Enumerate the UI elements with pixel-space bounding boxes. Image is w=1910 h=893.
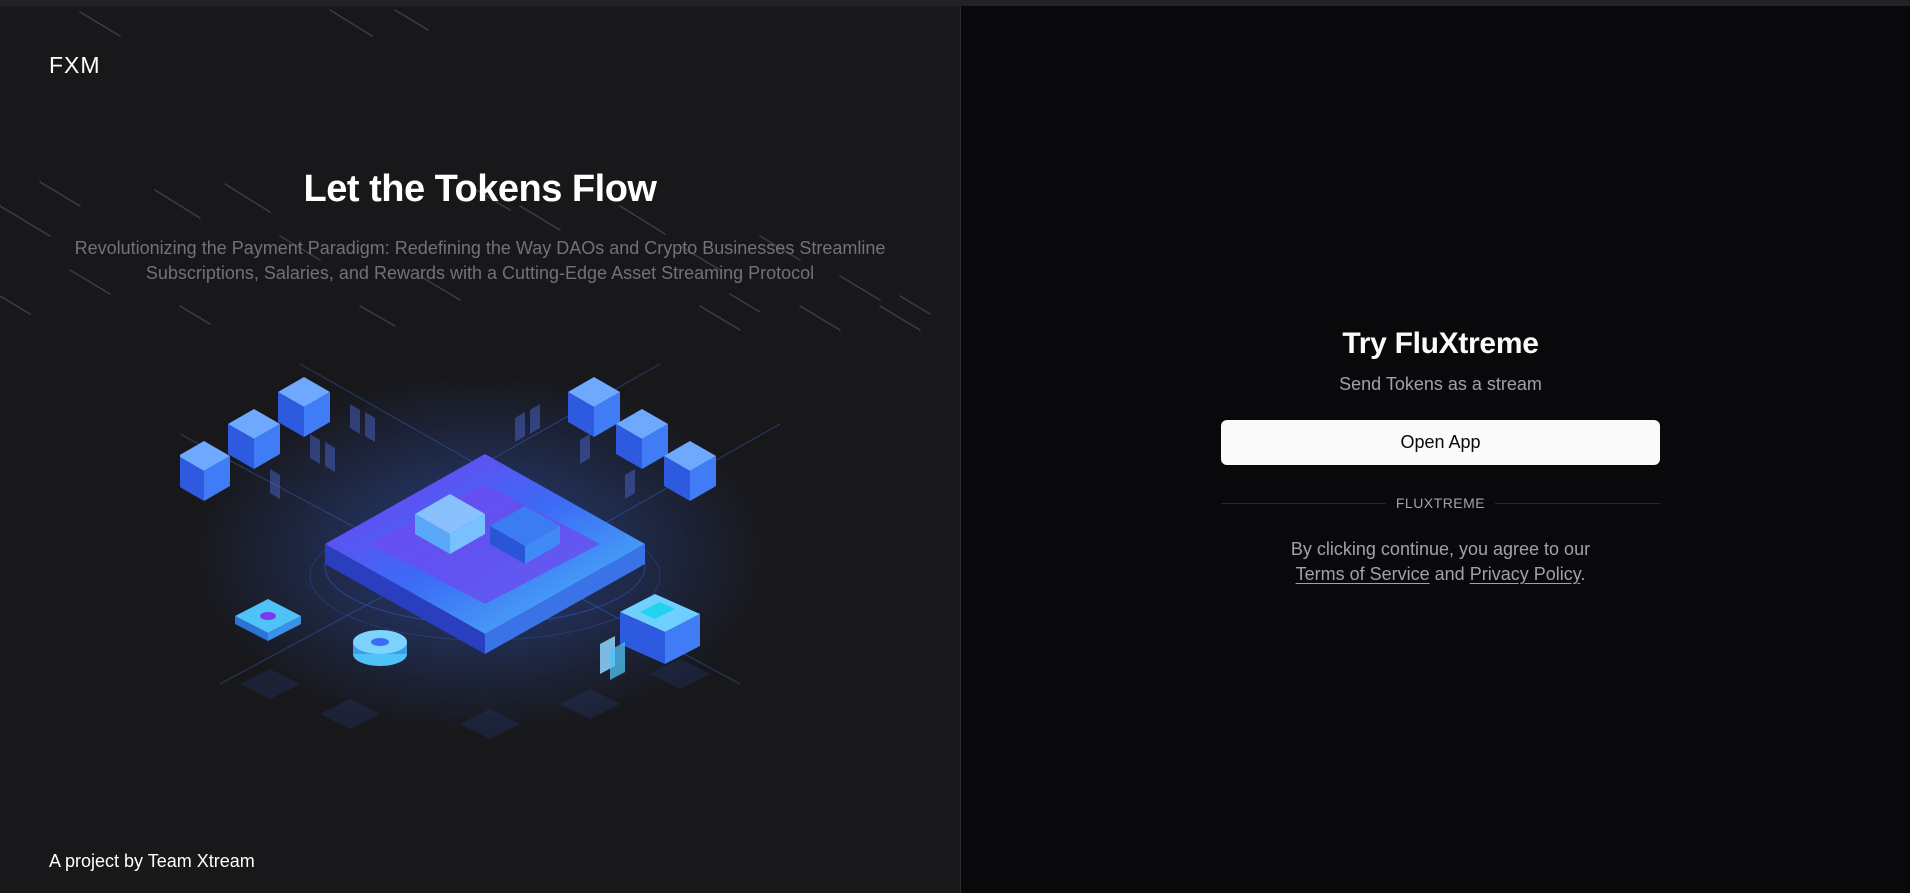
terms-of-service-link[interactable]: Terms of Service xyxy=(1296,564,1430,584)
separator-line-right xyxy=(1495,502,1661,504)
terms-notice: By clicking continue, you agree to our T… xyxy=(1221,537,1660,587)
hero-title: Let the Tokens Flow xyxy=(303,168,657,210)
privacy-policy-link[interactable]: Privacy Policy xyxy=(1470,564,1581,584)
separator-label: FLUXTREME xyxy=(1395,495,1486,511)
open-app-button[interactable]: Open App xyxy=(1221,420,1660,465)
cta-title: Try FluXtreme xyxy=(1342,327,1539,360)
separator-line-left xyxy=(1221,502,1386,504)
cta-card: Try FluXtreme Send Tokens as a stream Op… xyxy=(1221,324,1661,587)
cta-subtitle: Send Tokens as a stream xyxy=(1339,374,1542,394)
blockchain-illustration xyxy=(180,363,780,739)
hero-subtitle: Revolutionizing the Payment Paradigm: Re… xyxy=(74,238,886,283)
terms-prefix: By clicking continue, you agree to our xyxy=(1290,539,1591,559)
hero-panel: FXM Let the Tokens Flow Revolutionizing … xyxy=(0,6,960,893)
terms-and: and xyxy=(1434,564,1465,584)
brand-logo[interactable]: FXM xyxy=(49,52,101,79)
project-credit: A project by Team Xtream xyxy=(49,851,255,871)
separator: FLUXTREME xyxy=(1221,493,1661,513)
terms-suffix: . xyxy=(1580,564,1586,584)
